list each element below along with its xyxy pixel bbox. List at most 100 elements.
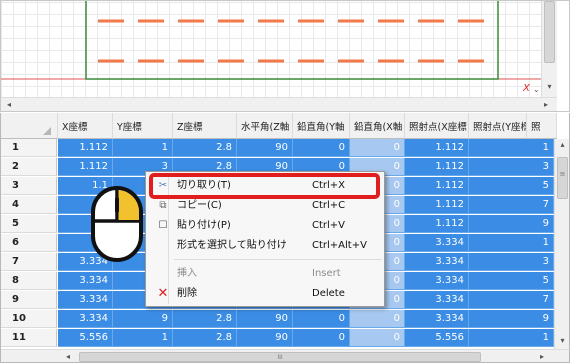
table-cell[interactable]: 9: [469, 215, 554, 233]
row-header[interactable]: 3: [1, 177, 57, 195]
row-header[interactable]: 2: [1, 158, 57, 176]
table-cell[interactable]: 5: [469, 272, 554, 290]
scroll-left-arrow-icon[interactable]: ◂: [63, 351, 73, 362]
menu-item-shortcut: Insert: [312, 268, 341, 279]
scroll-left-arrow-icon[interactable]: ◂: [4, 99, 14, 111]
menu-item-paste-special[interactable]: 形式を選択して貼り付け Ctrl+Alt+V: [147, 236, 383, 256]
table-cell[interactable]: 90: [237, 310, 293, 328]
column-header[interactable]: 鉛直角(Y軸: [293, 113, 350, 139]
table-cell[interactable]: 1.112: [405, 158, 469, 176]
table-cell[interactable]: 1.112: [405, 139, 469, 157]
cut-item-highlight: [149, 173, 380, 199]
table-cell[interactable]: 5.556: [58, 329, 113, 347]
table-cell[interactable]: 2.8: [173, 329, 237, 347]
table-cell[interactable]: 3: [469, 253, 554, 271]
paste-icon: ☐: [158, 220, 168, 231]
table-cell[interactable]: 3.334: [58, 272, 113, 290]
table-cell[interactable]: 3.334: [405, 310, 469, 328]
row-header[interactable]: 6: [1, 234, 57, 252]
table-cell[interactable]: 9: [469, 310, 554, 328]
table-cell[interactable]: 1: [469, 329, 554, 347]
copy-icon: ⧉: [159, 200, 167, 211]
menu-item-shortcut: Delete: [312, 288, 345, 299]
table-cell[interactable]: 90: [237, 329, 293, 347]
table-cell[interactable]: 0: [293, 329, 350, 347]
table-vscroll-thumb[interactable]: ≡: [557, 157, 568, 199]
table-vertical-scrollbar[interactable]: ▴ ≡ ▾: [554, 139, 569, 349]
table-cell[interactable]: 3.334: [58, 310, 113, 328]
menu-item-label: コピー(C): [177, 200, 222, 211]
row-header[interactable]: 11: [1, 329, 57, 347]
row-header[interactable]: 7: [1, 253, 57, 271]
table-cell[interactable]: 3: [469, 158, 554, 176]
table-cell[interactable]: 1.112: [58, 158, 113, 176]
table-cell[interactable]: 5.556: [405, 329, 469, 347]
table-cell[interactable]: 1.112: [405, 215, 469, 233]
corner-select-all[interactable]: [1, 113, 58, 139]
menu-item-label: 挿入: [177, 268, 197, 279]
menu-item-paste[interactable]: ☐ 貼り付け(P) Ctrl+V: [147, 216, 383, 236]
table-cell[interactable]: 1: [113, 139, 173, 157]
column-header[interactable]: Y座標: [113, 113, 173, 139]
drawing-canvas[interactable]: X ⌄ ▾ ◂ ▸: [0, 0, 570, 112]
table-cell[interactable]: 5: [469, 177, 554, 195]
table-cell[interactable]: 7: [469, 291, 554, 309]
axis-menu-chevron-icon[interactable]: ⌄: [533, 85, 540, 94]
table-cell[interactable]: 1.112: [405, 196, 469, 214]
menu-item-label: 貼り付け(P): [177, 220, 231, 231]
canvas-vscroll-thumb[interactable]: [544, 1, 555, 63]
table-cell[interactable]: 0: [293, 310, 350, 328]
table-cell[interactable]: 1: [469, 139, 554, 157]
scroll-down-arrow-icon[interactable]: ▾: [543, 81, 556, 93]
scroll-down-arrow-icon[interactable]: ▾: [556, 335, 569, 347]
row-header[interactable]: 8: [1, 272, 57, 290]
scroll-right-arrow-icon[interactable]: ▸: [541, 99, 551, 111]
row-header[interactable]: 10: [1, 310, 57, 328]
table-cell[interactable]: 1.112: [58, 139, 113, 157]
canvas-horizontal-scrollbar[interactable]: ◂ ▸: [1, 97, 557, 111]
table-cell[interactable]: 9: [113, 310, 173, 328]
row-header[interactable]: 4: [1, 196, 57, 214]
table-cell[interactable]: 2.8: [173, 310, 237, 328]
row-header[interactable]: 5: [1, 215, 57, 233]
row-header[interactable]: 1: [1, 139, 57, 157]
column-header[interactable]: 照: [527, 113, 557, 139]
table-cell[interactable]: 0: [350, 139, 405, 157]
table-cell[interactable]: 1: [469, 234, 554, 252]
menu-item-copy[interactable]: ⧉ コピー(C) Ctrl+C: [147, 196, 383, 216]
scroll-right-arrow-icon[interactable]: ▸: [537, 351, 547, 362]
table-cell[interactable]: 3.334: [405, 253, 469, 271]
table-cell[interactable]: 0: [350, 329, 405, 347]
column-header[interactable]: 鉛直角(X軸: [350, 113, 405, 139]
table-cell[interactable]: 3.334: [405, 272, 469, 290]
table-cell[interactable]: 3.334: [58, 291, 113, 309]
column-header[interactable]: Z座標: [173, 113, 237, 139]
table-cell[interactable]: 1: [113, 329, 173, 347]
table-cell[interactable]: 90: [237, 139, 293, 157]
room-frame: [85, 1, 499, 80]
x-axis-label: X: [523, 83, 530, 94]
table-cell[interactable]: 1.112: [405, 177, 469, 195]
table-cell[interactable]: 0: [350, 310, 405, 328]
table-cell[interactable]: 3.334: [405, 234, 469, 252]
column-header[interactable]: X座標: [58, 113, 113, 139]
column-header[interactable]: 照射点(X座標: [405, 113, 469, 139]
thumb-grip-icon: ≡: [559, 170, 566, 178]
table-cell[interactable]: 7: [469, 196, 554, 214]
column-header[interactable]: 水平角(Z軸: [237, 113, 293, 139]
table-cell[interactable]: 2.8: [173, 139, 237, 157]
canvas-vertical-scrollbar[interactable]: ▾: [541, 1, 557, 97]
menu-item-label: 形式を選択して貼り付け: [177, 240, 287, 251]
table-hscroll-thumb[interactable]: III: [79, 352, 481, 362]
select-all-triangle-icon: [43, 127, 51, 135]
table-cell[interactable]: 0: [293, 139, 350, 157]
scroll-up-arrow-icon[interactable]: ▴: [556, 139, 569, 151]
mouse-left-click-icon: [91, 186, 143, 262]
table-horizontal-scrollbar[interactable]: ◂ III ▸: [1, 349, 569, 362]
menu-item-insert[interactable]: 挿入 Insert: [147, 264, 383, 284]
row-header[interactable]: 9: [1, 291, 57, 309]
red-x-icon: ✕: [157, 286, 169, 301]
menu-item-delete[interactable]: ✕ 削除 Delete: [147, 284, 383, 304]
column-header[interactable]: 照射点(Y座標: [469, 113, 527, 139]
table-cell[interactable]: 3.334: [405, 291, 469, 309]
